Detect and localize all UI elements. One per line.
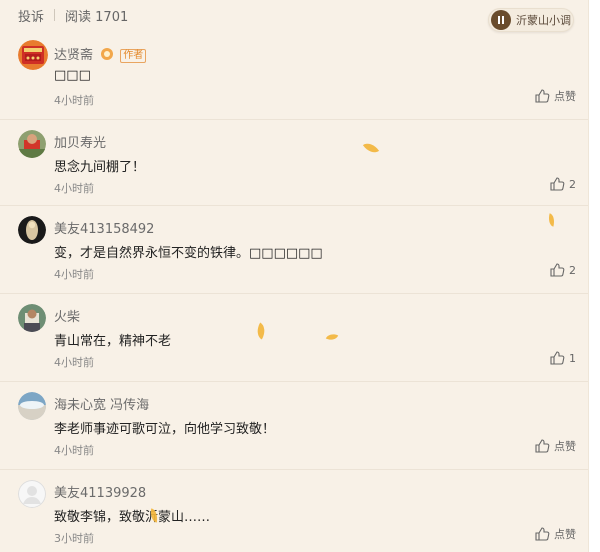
like-button[interactable]: 点赞 (534, 526, 576, 542)
comment-item: 火柴 青山常在，精神不老 4小时前 1 (0, 294, 588, 382)
comment-text: 变，才是自然界永恒不变的铁律。□□□□□□ (54, 246, 323, 261)
like-label: 点赞 (554, 528, 576, 541)
gold-medal-icon (101, 48, 114, 60)
like-count: 2 (569, 177, 576, 191)
comment-text: □□□ (54, 68, 91, 83)
thumbs-up-icon (535, 439, 550, 453)
thumbs-up-icon (550, 351, 565, 365)
comment-text: 致敬李锦，致敬沂蒙山…… (54, 510, 211, 525)
like-button[interactable]: 点赞 (534, 88, 576, 104)
comment-author-name: 达贤斋 (54, 48, 94, 63)
comment-item: 美友41139928 致敬李锦，致敬沂蒙山…… 3小时前 点赞 (0, 470, 588, 552)
comment-author-name[interactable]: 美友41139928 (54, 482, 146, 501)
thumbs-up-icon (535, 527, 550, 541)
comment-time: 4小时前 (54, 356, 94, 369)
music-player[interactable]: 沂蒙山小调 (488, 8, 574, 32)
read-count: 阅读 1701 (65, 9, 129, 25)
thumbs-up-icon (550, 177, 565, 191)
like-button[interactable]: 1 (549, 350, 576, 366)
author-badge: 作者 (120, 49, 147, 63)
like-button[interactable]: 点赞 (534, 438, 576, 454)
comment-author-name[interactable]: 美友413158492 (54, 218, 154, 237)
comment-item: 海未心宽 冯传海 李老师事迹可歌可泣，向他学习致敬！ 4小时前 点赞 (0, 382, 588, 470)
comment-item: 美友413158492 变，才是自然界永恒不变的铁律。□□□□□□ 4小时前 2 (0, 206, 588, 294)
pause-icon[interactable] (491, 10, 511, 30)
music-title: 沂蒙山小调 (516, 14, 571, 27)
report-link[interactable]: 投诉 (18, 6, 44, 25)
comments-page: 投诉 阅读 1701 沂蒙山小调 达贤斋 作者 □□□ 4小时前 点赞 加贝寿光… (0, 0, 589, 552)
comment-text: 青山常在，精神不老 (54, 334, 172, 349)
like-count: 2 (569, 263, 576, 277)
comment-time: 4小时前 (54, 94, 94, 107)
avatar[interactable] (18, 216, 46, 244)
comment-time: 4小时前 (54, 182, 94, 195)
avatar[interactable] (18, 304, 46, 332)
comment-author-name[interactable]: 火柴 (54, 306, 80, 325)
avatar[interactable] (18, 480, 46, 508)
like-button[interactable]: 2 (549, 262, 576, 278)
comment-time: 3小时前 (54, 532, 94, 545)
avatar[interactable] (18, 392, 46, 420)
comment-text: 李老师事迹可歌可泣，向他学习致敬！ (54, 422, 276, 437)
comment-item: 加贝寿光 思念九间棚了！ 4小时前 2 (0, 120, 588, 206)
avatar[interactable] (18, 40, 48, 70)
avatar[interactable] (18, 130, 46, 158)
comment-time: 4小时前 (54, 268, 94, 281)
toolbar-divider (54, 9, 56, 21)
like-button[interactable]: 2 (549, 176, 576, 192)
comment-time: 4小时前 (54, 444, 94, 457)
thumbs-up-icon (550, 263, 565, 277)
comment-author-name[interactable]: 海未心宽 冯传海 (54, 394, 149, 413)
thumbs-up-icon (535, 89, 550, 103)
comment-author[interactable]: 达贤斋 作者 (54, 44, 147, 63)
like-label: 点赞 (554, 90, 576, 103)
comment-author-name[interactable]: 加贝寿光 (54, 132, 106, 151)
comment-item: 达贤斋 作者 □□□ 4小时前 点赞 (0, 34, 588, 120)
comment-text: 思念九间棚了！ (54, 160, 146, 175)
like-count: 1 (569, 351, 576, 365)
like-label: 点赞 (554, 440, 576, 453)
